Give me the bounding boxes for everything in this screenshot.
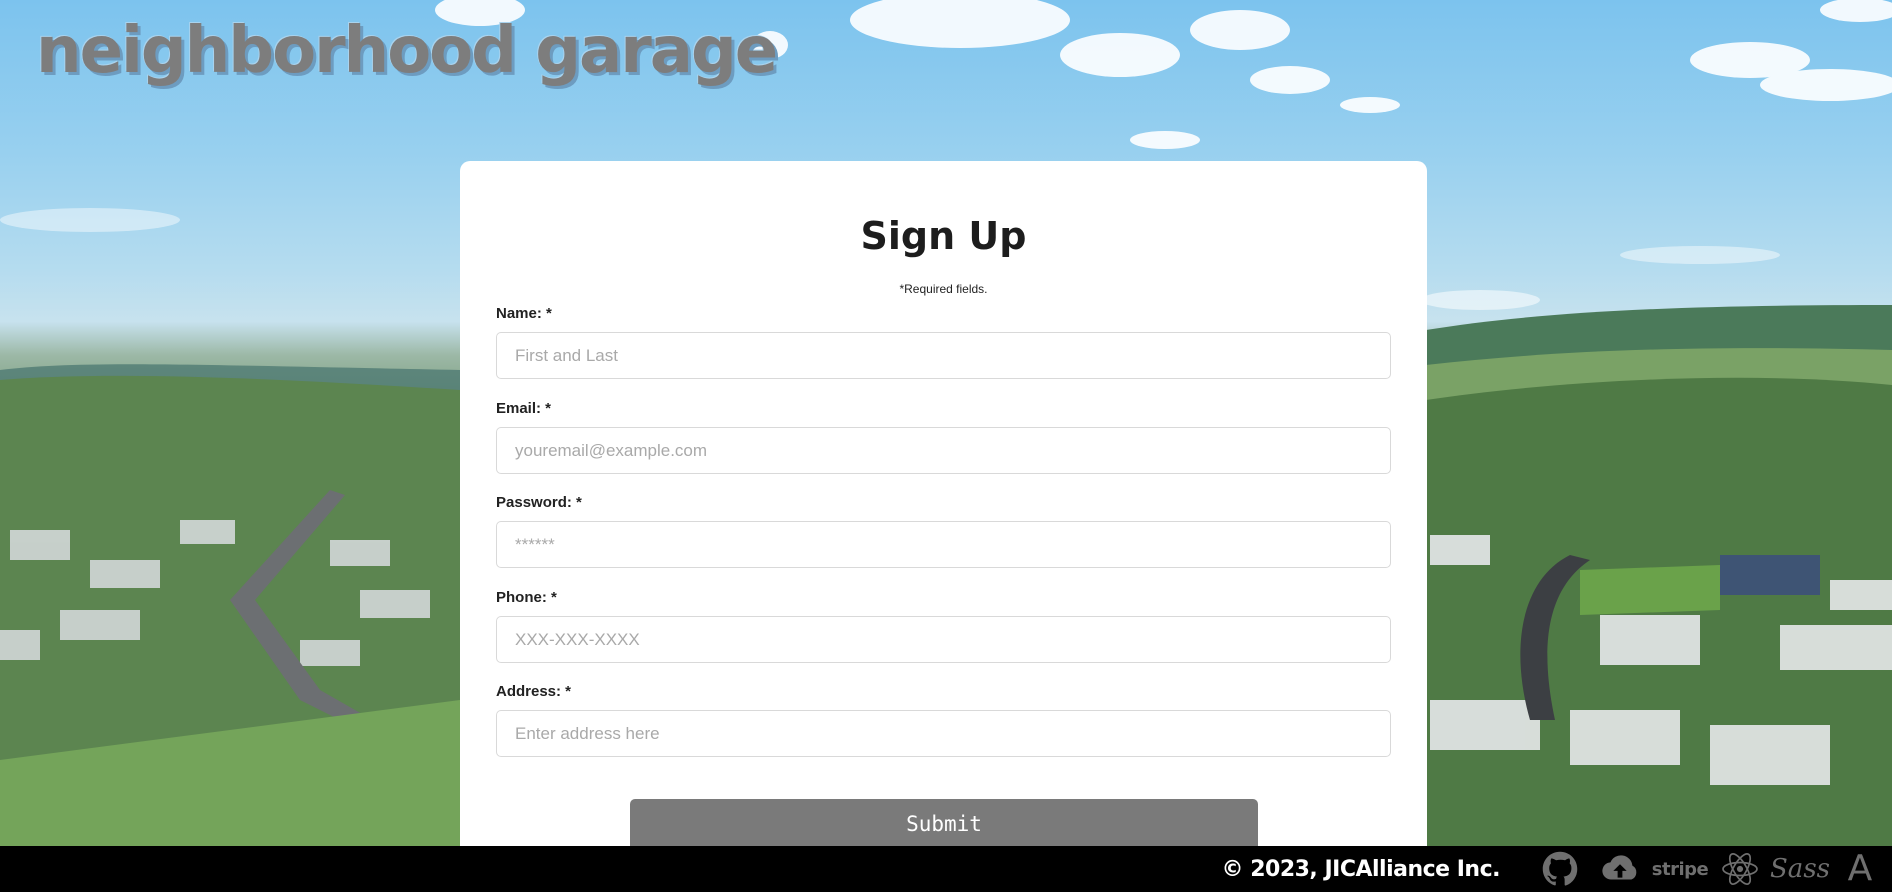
cloud-upload-icon[interactable] <box>1600 850 1640 888</box>
required-note: *Required fields. <box>899 282 988 296</box>
react-icon[interactable] <box>1720 850 1760 888</box>
password-input[interactable] <box>496 521 1391 568</box>
github-icon[interactable] <box>1540 850 1580 888</box>
stripe-icon[interactable]: stripe <box>1652 850 1709 888</box>
page-title: Sign Up <box>860 214 1027 258</box>
copyright-text: © 2023, JICAlliance Inc. <box>1221 856 1501 882</box>
password-label: Password: * <box>496 494 582 511</box>
brand-title: neighborhood garage <box>36 14 778 88</box>
phone-input[interactable] <box>496 616 1391 663</box>
sass-icon[interactable]: Sass <box>1770 850 1830 888</box>
address-label: Address: * <box>496 683 572 700</box>
sass-text: Sass <box>1770 854 1830 884</box>
email-input[interactable] <box>496 427 1391 474</box>
name-label: Name: * <box>496 305 552 322</box>
phone-label: Phone: * <box>496 589 557 606</box>
name-input[interactable] <box>496 332 1391 379</box>
a-logo-text: A <box>1847 848 1873 889</box>
address-input[interactable] <box>496 710 1391 757</box>
a-logo-icon[interactable]: A <box>1840 850 1880 888</box>
signup-card: Sign Up *Required fields. Name: * Email:… <box>460 161 1427 861</box>
stripe-text: stripe <box>1651 858 1709 880</box>
footer: © 2023, JICAlliance Inc. stripe Sass A <box>0 846 1892 892</box>
email-label: Email: * <box>496 400 552 417</box>
